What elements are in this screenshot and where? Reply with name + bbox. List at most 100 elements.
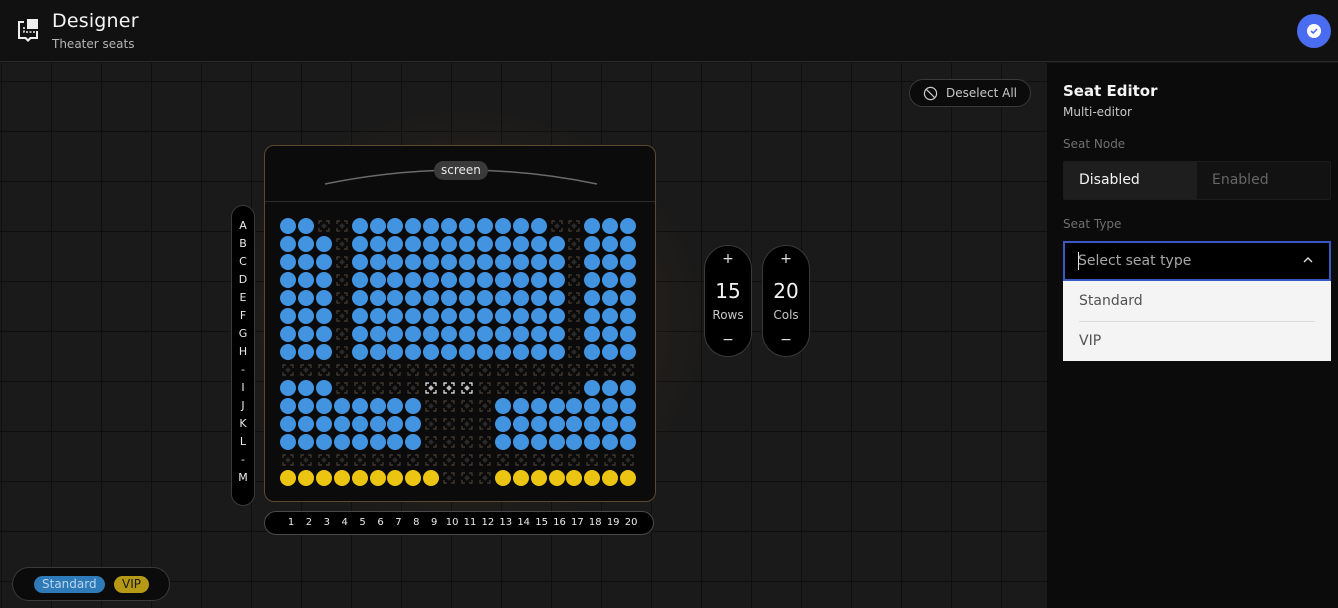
seat-standard[interactable] [476,308,493,324]
seat-standard[interactable] [548,308,565,324]
seat-standard[interactable] [351,236,368,252]
seat-standard[interactable] [620,326,637,342]
seat-standard[interactable] [512,398,529,414]
seat-disabled[interactable] [334,362,350,378]
seat-vip[interactable] [620,470,637,486]
seat-disabled[interactable] [352,380,368,396]
seat-node-enabled-option[interactable]: Enabled [1197,162,1330,199]
seat-standard[interactable] [369,254,386,270]
seat-standard[interactable] [333,398,350,414]
seat-standard[interactable] [315,236,332,252]
seat-disabled[interactable] [549,362,565,378]
seat-disabled[interactable] [531,380,547,396]
seat-standard[interactable] [530,326,547,342]
seat-standard[interactable] [297,326,314,342]
seat-standard[interactable] [441,290,458,306]
cols-decrement-button[interactable]: − [763,332,809,348]
seat-standard[interactable] [315,416,332,432]
seat-vip[interactable] [369,470,386,486]
seat-standard[interactable] [315,380,332,396]
seat-standard[interactable] [280,344,296,360]
seat-standard[interactable] [280,254,296,270]
seat-node-disabled-option[interactable]: Disabled [1064,162,1197,199]
seat-disabled[interactable] [334,452,350,468]
seat-vip[interactable] [548,470,565,486]
seat-standard[interactable] [280,398,296,414]
seat-type-select[interactable]: Select seat type [1063,241,1331,281]
seat-disabled[interactable] [387,380,403,396]
seat-disabled[interactable] [334,344,350,360]
seat-standard[interactable] [297,236,314,252]
seat-standard[interactable] [476,290,493,306]
seat-standard[interactable] [315,344,332,360]
seat-standard[interactable] [494,416,511,432]
seat-disabled[interactable] [549,218,565,234]
seat-standard[interactable] [297,416,314,432]
seat-disabled[interactable] [334,236,350,252]
seat-disabled[interactable] [423,362,439,378]
seat-standard[interactable] [297,272,314,288]
seat-disabled[interactable] [549,452,565,468]
seat-disabled[interactable] [370,380,386,396]
seat-standard[interactable] [512,272,529,288]
seat-disabled[interactable] [477,380,493,396]
seat-standard[interactable] [441,236,458,252]
seat-disabled[interactable] [334,254,350,270]
seat-disabled[interactable] [495,362,511,378]
seat-disabled[interactable] [459,362,475,378]
seat-standard[interactable] [369,434,386,450]
seat-standard[interactable] [297,434,314,450]
seat-standard[interactable] [620,254,637,270]
seat-standard[interactable] [494,290,511,306]
seat-disabled[interactable] [602,452,618,468]
seat-standard[interactable] [494,218,511,234]
seat-standard[interactable] [548,254,565,270]
seat-disabled[interactable] [584,452,600,468]
seat-disabled[interactable] [423,434,439,450]
seat-standard[interactable] [530,290,547,306]
seat-standard[interactable] [351,290,368,306]
seat-disabled[interactable] [280,452,296,468]
seat-standard[interactable] [530,272,547,288]
seat-standard[interactable] [530,254,547,270]
seat-standard[interactable] [620,416,637,432]
seat-standard[interactable] [620,398,637,414]
seat-disabled[interactable] [316,218,332,234]
seat-standard[interactable] [297,398,314,414]
seat-standard[interactable] [441,218,458,234]
seat-standard[interactable] [620,308,637,324]
seat-disabled[interactable] [334,308,350,324]
seat-standard[interactable] [512,326,529,342]
seat-standard[interactable] [315,254,332,270]
seat-disabled[interactable] [316,452,332,468]
seat-standard[interactable] [494,344,511,360]
seat-standard[interactable] [351,272,368,288]
seat-disabled[interactable] [459,434,475,450]
seat-vip[interactable] [530,470,547,486]
seat-disabled[interactable] [566,272,582,288]
seat-disabled[interactable] [566,380,582,396]
chevron-up-icon[interactable] [1301,253,1315,267]
seat-standard[interactable] [620,344,637,360]
seat-standard[interactable] [620,290,637,306]
seat-disabled[interactable] [387,452,403,468]
seat-standard[interactable] [369,236,386,252]
seat-standard[interactable] [333,416,350,432]
seat-vip[interactable] [297,470,314,486]
seat-standard[interactable] [494,326,511,342]
seat-disabled[interactable] [566,326,582,342]
seat-standard[interactable] [280,218,296,234]
seat-disabled[interactable] [334,290,350,306]
seat-standard[interactable] [512,236,529,252]
seat-disabled[interactable] [405,380,421,396]
seat-type-option-vip[interactable]: VIP [1063,321,1331,361]
seat-standard[interactable] [351,218,368,234]
seat-standard[interactable] [530,236,547,252]
seat-disabled[interactable] [477,416,493,432]
seat-standard[interactable] [315,290,332,306]
seat-standard[interactable] [459,218,475,234]
seat-standard[interactable] [297,290,314,306]
seat-standard[interactable] [333,434,350,450]
seat-standard[interactable] [280,290,296,306]
seat-disabled[interactable] [441,398,457,414]
